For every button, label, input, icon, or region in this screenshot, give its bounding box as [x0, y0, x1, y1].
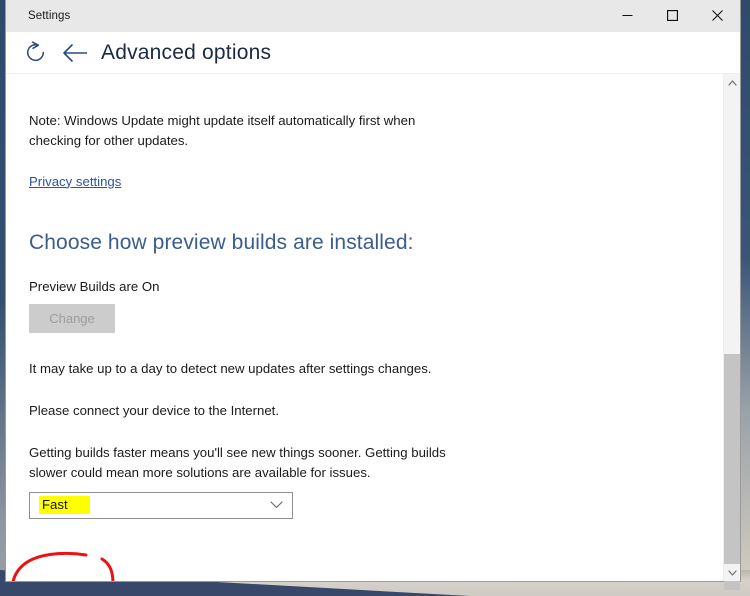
- window-title: Settings: [28, 9, 71, 22]
- connect-internet-text: Please connect your device to the Intern…: [29, 403, 279, 419]
- title-bar: Settings: [6, 0, 740, 32]
- settings-content: Choose how you download updates Note: Wi…: [6, 74, 723, 581]
- detect-updates-text: It may take up to a day to detect new up…: [29, 361, 432, 377]
- scroll-down-arrow-icon[interactable]: [724, 564, 740, 581]
- change-button[interactable]: Change: [29, 304, 115, 334]
- preview-ring-dropdown[interactable]: Fast: [29, 491, 293, 519]
- window-controls: [605, 0, 740, 31]
- preview-ring-selected-value: Fast: [39, 495, 90, 515]
- maximize-icon[interactable]: [650, 0, 695, 31]
- back-arrow-icon[interactable]: [58, 36, 92, 70]
- scroll-up-arrow-icon[interactable]: [724, 74, 740, 91]
- privacy-settings-link[interactable]: Privacy settings: [29, 174, 121, 189]
- preview-builds-heading: Choose how preview builds are installed:: [29, 230, 414, 254]
- red-circle-annotation: [6, 550, 136, 581]
- ring-description-text: Getting builds faster means you'll see n…: [29, 444, 446, 480]
- preview-builds-status: Preview Builds are On: [29, 278, 160, 294]
- scrollbar-thumb[interactable]: [724, 354, 740, 590]
- body-area: Choose how you download updates Note: Wi…: [6, 73, 740, 590]
- page-title: Advanced options: [101, 40, 272, 64]
- page-header: Advanced options: [6, 32, 740, 73]
- chevron-down-icon: [270, 501, 283, 509]
- minimize-icon[interactable]: [605, 0, 650, 31]
- vertical-scrollbar[interactable]: [723, 74, 740, 590]
- refresh-icon[interactable]: [18, 36, 52, 70]
- settings-window: Settings Advanced options Note: Windows …: [5, 0, 741, 590]
- close-icon[interactable]: [695, 0, 740, 31]
- update-note-text: Note: Windows Update might update itself…: [29, 113, 416, 148]
